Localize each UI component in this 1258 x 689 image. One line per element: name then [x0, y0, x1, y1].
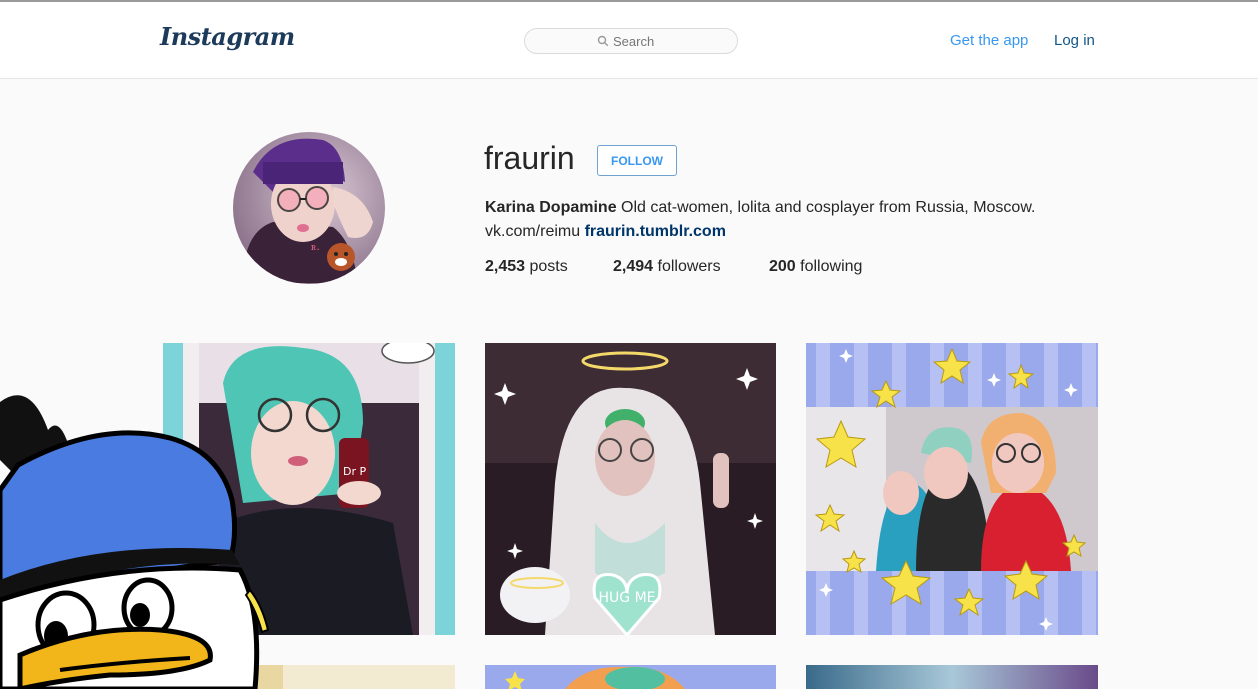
- profile-bio-vk: vk.com/reimu: [485, 223, 581, 240]
- followers-label: followers: [657, 258, 721, 275]
- followers-stat[interactable]: 2,494 followers: [613, 258, 721, 276]
- svg-text:Dr P: Dr P: [343, 465, 366, 478]
- following-label: following: [800, 258, 863, 275]
- post-thumbnail[interactable]: HUG ME: [485, 343, 776, 635]
- followers-count: 2,494: [613, 258, 654, 275]
- profile-full-name: Karina Dopamine: [485, 199, 617, 216]
- posts-stat: 2,453 posts: [485, 258, 568, 276]
- post-thumbnail[interactable]: [485, 665, 776, 689]
- posts-count: 2,453: [485, 258, 526, 275]
- search-icon: [597, 35, 609, 47]
- get-the-app-link[interactable]: Get the app: [950, 32, 1028, 49]
- search-input[interactable]: [613, 32, 723, 50]
- profile-username: fraurin: [484, 140, 575, 176]
- search-box[interactable]: [524, 28, 738, 54]
- duck-cartoon-overlay: [0, 395, 270, 689]
- log-in-link[interactable]: Log in: [1054, 32, 1095, 49]
- post-thumbnail[interactable]: [806, 343, 1098, 635]
- follow-button[interactable]: FOLLOW: [597, 145, 677, 176]
- top-navigation-bar: Instagram Get the app Log in: [0, 2, 1258, 79]
- profile-avatar: ꭱ.: [233, 132, 385, 284]
- following-count: 200: [769, 258, 796, 275]
- posts-label: posts: [529, 258, 568, 275]
- profile-website-link[interactable]: fraurin.tumblr.com: [585, 223, 726, 240]
- profile-bio-text: Old cat-women, lolita and cosplayer from…: [621, 199, 1036, 216]
- following-stat[interactable]: 200 following: [769, 258, 862, 276]
- hug-me-sticker: HUG ME: [599, 590, 656, 606]
- profile-bio: Karina Dopamine Old cat-women, lolita an…: [485, 196, 1035, 244]
- post-thumbnail[interactable]: [806, 665, 1098, 689]
- instagram-logo[interactable]: Instagram: [160, 22, 295, 51]
- svg-text:ꭱ.: ꭱ.: [311, 240, 320, 253]
